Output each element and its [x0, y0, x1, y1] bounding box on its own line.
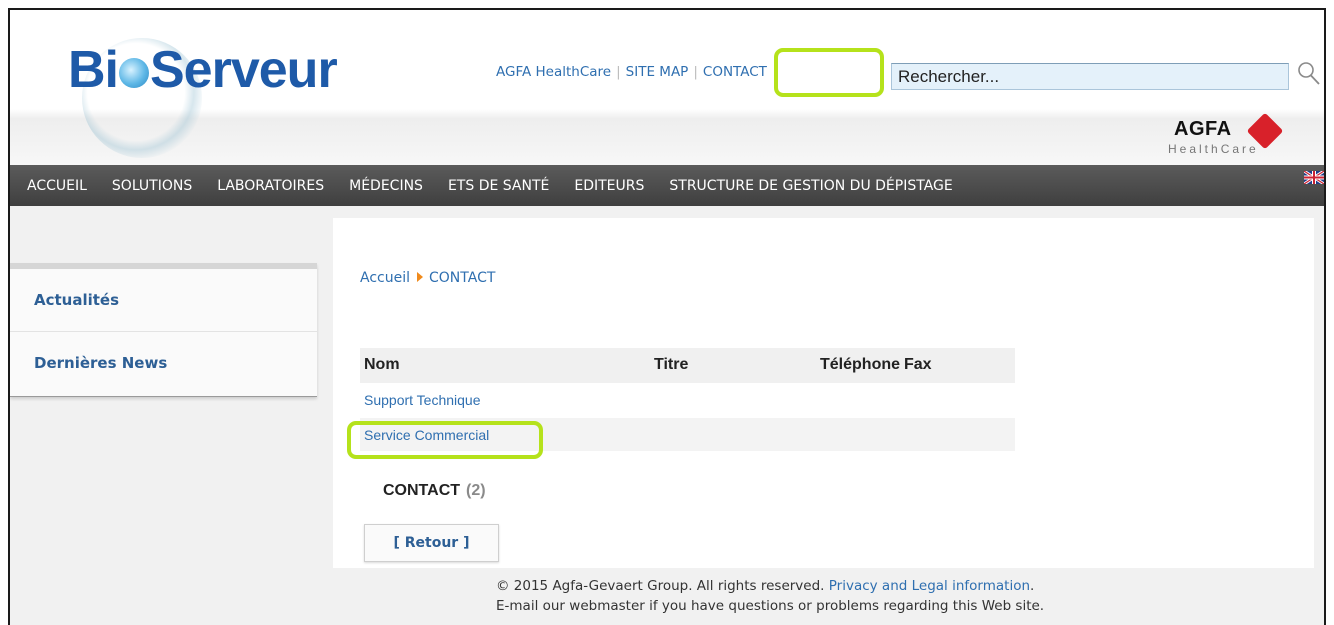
browser-frame: Bi Serveur AGFA HealthCare | SITE MAP | CONTA…	[8, 8, 1326, 625]
nav-item-accueil[interactable]: ACCUEIL	[27, 178, 87, 194]
column-header-fax: Fax	[904, 356, 932, 373]
footer-line-2: E-mail our webmaster if you have questio…	[496, 598, 1045, 614]
breadcrumb-arrow-icon	[417, 272, 423, 282]
site-map-link[interactable]: SITE MAP	[626, 64, 689, 80]
nav-item-structure-depistage[interactable]: STRUCTURE DE GESTION DU DÉPISTAGE	[669, 178, 952, 194]
contact-link[interactable]: CONTACT	[703, 64, 767, 80]
back-button[interactable]: [ Retour ]	[364, 524, 499, 562]
nav-item-solutions[interactable]: SOLUTIONS	[112, 178, 192, 194]
sidebar: Actualités Dernières News	[10, 263, 317, 397]
footer: © 2015 Agfa-Gevaert Group. All rights re…	[496, 576, 1044, 616]
contact-count-value: (2)	[466, 482, 486, 499]
nav-item-laboratoires[interactable]: LABORATOIRES	[217, 178, 324, 194]
agfa-healthcare-link[interactable]: AGFA HealthCare	[496, 64, 611, 80]
contact-count-label: CONTACT	[383, 482, 461, 499]
sidebar-item-actualites[interactable]: Actualités	[10, 269, 317, 331]
column-header-telephone: Téléphone	[820, 356, 901, 373]
uk-flag-icon[interactable]	[1304, 171, 1324, 184]
footer-copyright: © 2015 Agfa-Gevaert Group. All rights re…	[496, 578, 825, 594]
table-row: Support Technique	[360, 383, 1015, 416]
service-commercial-highlight	[347, 421, 543, 459]
column-header-titre: Titre	[654, 356, 689, 373]
nav-item-ets-de-sante[interactable]: ETS DE SANTÉ	[448, 178, 549, 194]
link-separator: |	[616, 64, 621, 80]
link-separator: |	[693, 64, 698, 80]
footer-period: .	[1030, 578, 1035, 594]
agfa-brand: AGFA	[1174, 118, 1232, 140]
main-nav: ACCUEIL SOLUTIONS LABORATOIRES MÉDECINS …	[10, 165, 1324, 206]
bioserveur-logo[interactable]: Bi Serveur	[68, 40, 338, 100]
breadcrumb: Accueil CONTACT	[360, 270, 495, 286]
main-content: Accueil CONTACT Nom Titre Téléphone Fax S…	[333, 218, 1314, 568]
contact-highlight	[774, 48, 884, 97]
site-header: Bi Serveur AGFA HealthCare | SITE MAP | CONTA…	[10, 10, 1324, 165]
nav-item-medecins[interactable]: MÉDECINS	[349, 178, 423, 194]
breadcrumb-home[interactable]: Accueil	[360, 270, 410, 286]
search-input[interactable]: Rechercher...	[891, 63, 1289, 90]
agfa-brand-sub: HealthCare	[1168, 142, 1259, 156]
column-header-nom: Nom	[364, 356, 400, 373]
sidebar-item-dernieres-news[interactable]: Dernières News	[10, 331, 317, 393]
table-header: Nom Titre Téléphone Fax	[360, 348, 1015, 383]
contact-count: CONTACT (2)	[383, 482, 486, 500]
breadcrumb-current[interactable]: CONTACT	[429, 270, 495, 286]
nav-item-editeurs[interactable]: EDITEURS	[574, 178, 644, 194]
footer-line-1: © 2015 Agfa-Gevaert Group. All rights re…	[496, 576, 1044, 596]
search-icon[interactable]	[1297, 61, 1321, 87]
top-links: AGFA HealthCare | SITE MAP | CONTACT	[496, 64, 767, 80]
contact-link-support-technique[interactable]: Support Technique	[364, 392, 481, 408]
privacy-legal-link[interactable]: Privacy and Legal information	[829, 578, 1030, 594]
